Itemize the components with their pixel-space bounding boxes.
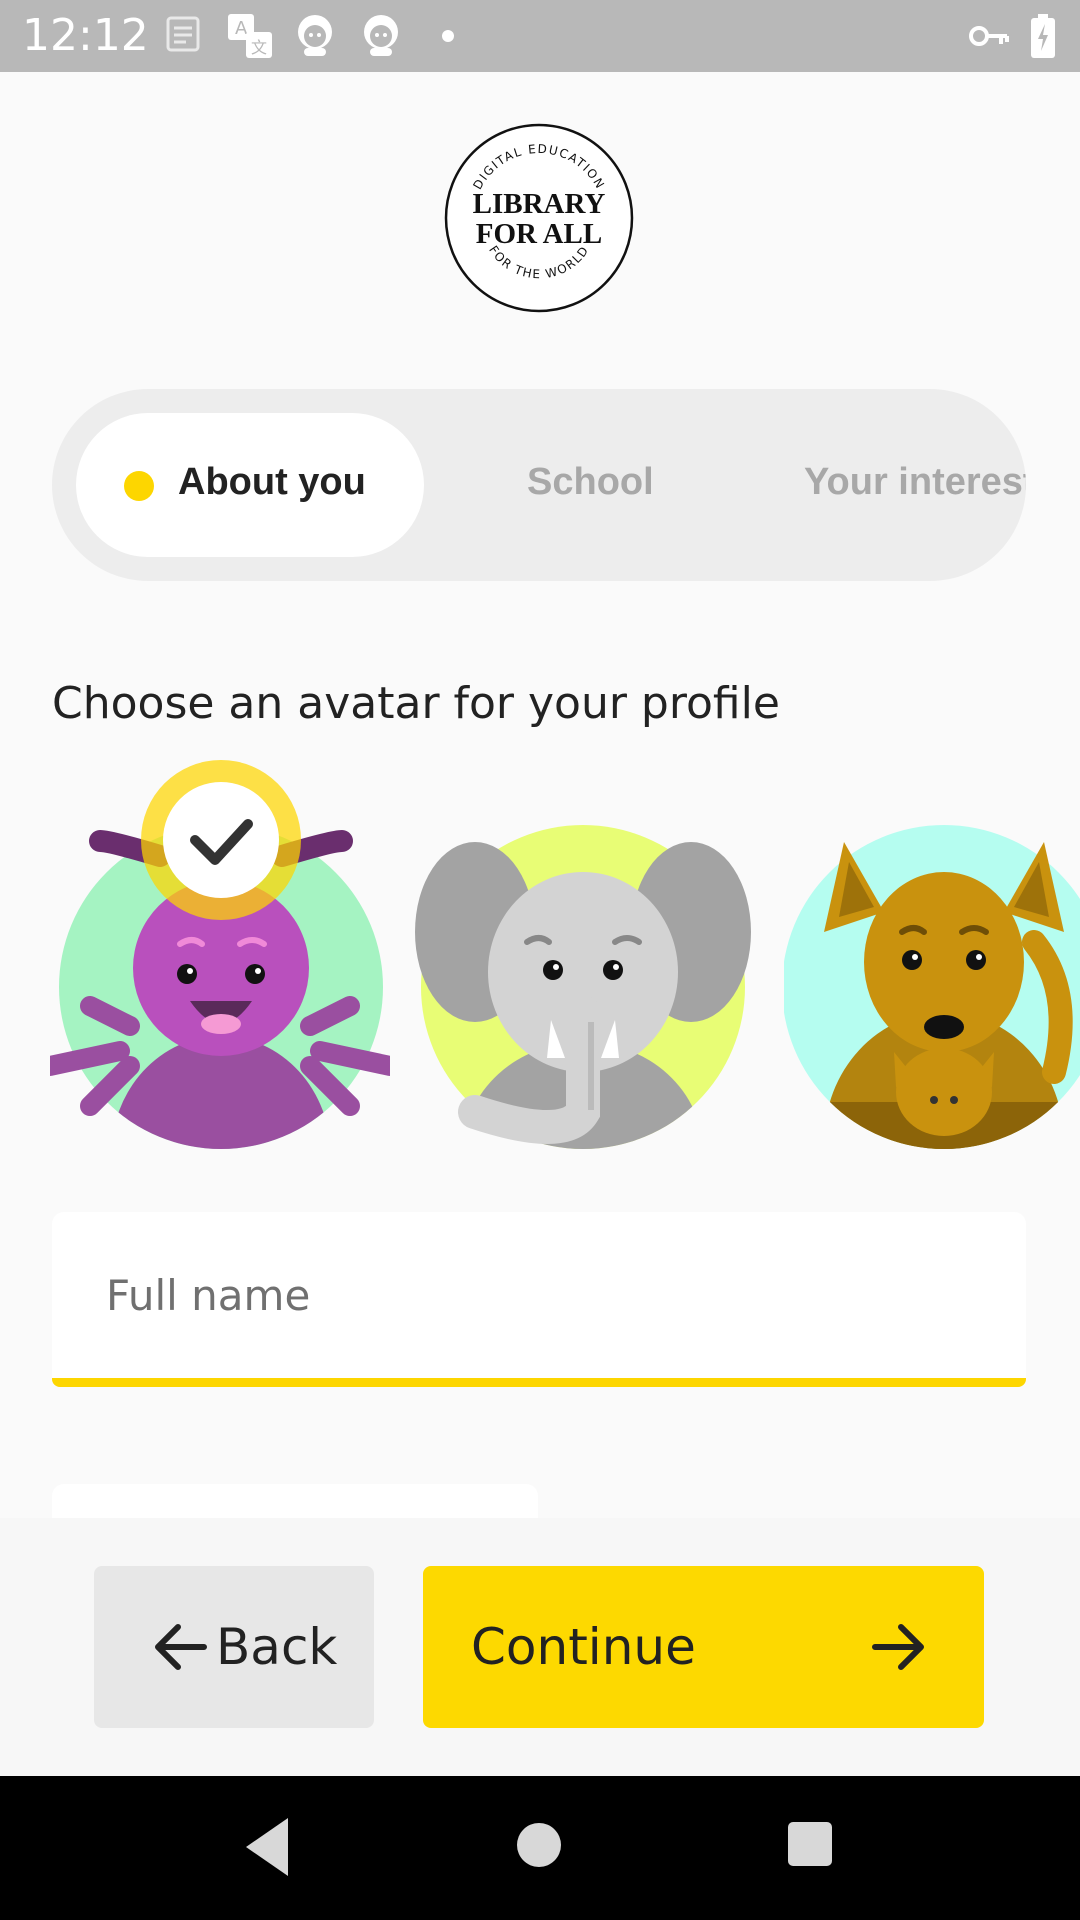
full-name-input[interactable]	[52, 1212, 1026, 1378]
continue-button-label: Continue	[471, 1618, 696, 1676]
tab-school[interactable]: School	[527, 461, 654, 504]
full-name-field[interactable]	[52, 1212, 1026, 1387]
nav-recents-icon[interactable]	[786, 1820, 834, 1868]
arrow-right-icon	[872, 1624, 924, 1670]
avatar-spider[interactable]	[50, 756, 390, 1152]
avatar-notification-icon	[298, 15, 332, 56]
system-navigation-bar	[0, 1776, 1080, 1920]
nav-home-icon[interactable]	[514, 1820, 564, 1870]
battery-charging-icon	[1031, 14, 1055, 58]
dot-icon	[442, 30, 454, 42]
notes-icon	[166, 16, 200, 52]
back-button[interactable]: Back	[94, 1566, 374, 1728]
onboarding-steps: About you School Your interests	[52, 389, 1026, 581]
continue-button[interactable]: Continue	[423, 1566, 984, 1728]
vpn-key-icon	[969, 26, 1009, 46]
svg-text:文: 文	[251, 38, 267, 57]
active-step-dot	[124, 471, 154, 501]
tab-about-you[interactable]: About you	[76, 413, 424, 557]
avatar-kangaroo[interactable]	[784, 822, 1080, 1152]
arrow-left-icon	[155, 1624, 207, 1670]
back-button-label: Back	[216, 1618, 338, 1676]
avatar-notification-icon	[364, 15, 398, 56]
translate-icon: A 文	[228, 14, 272, 58]
nav-back-icon[interactable]	[240, 1812, 302, 1882]
status-bar: 12:12 A 文	[0, 0, 1080, 72]
tab-your-interests[interactable]: Your interests	[804, 461, 1026, 504]
library-for-all-logo: DIGITAL EDUCATION LIBRARY FOR ALL FOR TH…	[444, 123, 634, 313]
avatar-heading: Choose an avatar for your profile	[52, 678, 780, 729]
svg-text:LIBRARY: LIBRARY	[473, 188, 606, 220]
avatar-elephant[interactable]	[415, 822, 751, 1152]
status-time: 12:12	[22, 10, 149, 61]
tab-label: About you	[178, 461, 366, 503]
